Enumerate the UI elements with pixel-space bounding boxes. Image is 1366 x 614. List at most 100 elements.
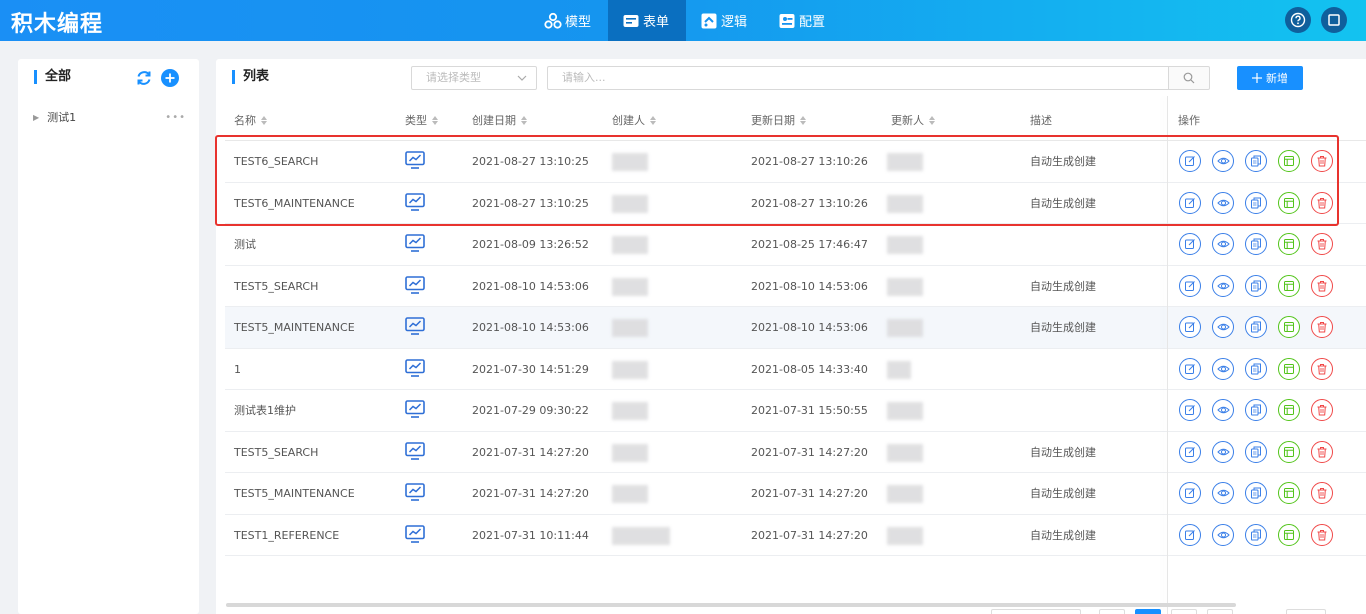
sort-icon[interactable] bbox=[800, 115, 806, 125]
cell-updater-redacted bbox=[887, 319, 923, 337]
copy-button[interactable] bbox=[1245, 233, 1267, 255]
page-size-select[interactable] bbox=[991, 609, 1081, 614]
copy-button[interactable] bbox=[1245, 482, 1267, 504]
design-button[interactable] bbox=[1278, 440, 1300, 463]
view-button[interactable] bbox=[1212, 440, 1234, 463]
monitor-chart-icon bbox=[405, 358, 425, 381]
edit-button[interactable] bbox=[1179, 357, 1201, 380]
sort-icon[interactable] bbox=[650, 115, 656, 125]
delete-button[interactable] bbox=[1311, 482, 1333, 504]
view-button[interactable] bbox=[1212, 233, 1234, 255]
design-button[interactable] bbox=[1278, 357, 1300, 380]
nav-item-form[interactable]: 表单 bbox=[608, 0, 687, 41]
copy-button[interactable] bbox=[1245, 440, 1267, 463]
view-button[interactable] bbox=[1212, 191, 1234, 214]
more-icon[interactable]: ••• bbox=[165, 112, 186, 123]
nav-item-config[interactable]: 配置 bbox=[764, 0, 842, 41]
copy-button[interactable] bbox=[1245, 150, 1267, 172]
column-header-type[interactable]: 类型 bbox=[405, 112, 438, 128]
horizontal-scrollbar[interactable] bbox=[226, 603, 1236, 607]
table-row[interactable]: TEST6_SEARCH 2021-08-27 13:10:25 2021-08-2… bbox=[225, 141, 1366, 183]
column-header-updater[interactable]: 更新人 bbox=[891, 112, 935, 128]
delete-button[interactable] bbox=[1311, 316, 1333, 338]
view-button[interactable] bbox=[1212, 357, 1234, 380]
table-row[interactable]: 测试表1维护 2021-07-29 09:30:22 2021-07-31 15:5… bbox=[225, 390, 1366, 432]
search-button[interactable] bbox=[1168, 66, 1210, 90]
edit-button[interactable] bbox=[1179, 399, 1201, 421]
table-row[interactable]: TEST6_MAINTENANCE 2021-08-27 13:10:25 2021… bbox=[225, 183, 1366, 224]
jump-page-input[interactable] bbox=[1286, 609, 1326, 614]
delete-button[interactable] bbox=[1311, 150, 1333, 172]
view-button[interactable] bbox=[1212, 482, 1234, 504]
view-button[interactable] bbox=[1212, 274, 1234, 297]
add-category-icon[interactable] bbox=[161, 69, 179, 87]
delete-button[interactable] bbox=[1311, 274, 1333, 297]
design-button[interactable] bbox=[1278, 233, 1300, 255]
copy-button[interactable] bbox=[1245, 316, 1267, 338]
edit-button[interactable] bbox=[1179, 150, 1201, 172]
copy-button[interactable] bbox=[1245, 191, 1267, 214]
edit-button[interactable] bbox=[1179, 440, 1201, 463]
edit-icon bbox=[1184, 155, 1196, 167]
sort-icon[interactable] bbox=[261, 115, 267, 125]
search-input[interactable]: 请输入... bbox=[547, 66, 1140, 90]
design-button[interactable] bbox=[1278, 150, 1300, 172]
view-button[interactable] bbox=[1212, 523, 1234, 546]
delete-button[interactable] bbox=[1311, 233, 1333, 255]
column-header-name[interactable]: 名称 bbox=[234, 112, 267, 128]
design-button[interactable] bbox=[1278, 316, 1300, 338]
delete-button[interactable] bbox=[1311, 523, 1333, 546]
column-header-created-at[interactable]: 创建日期 bbox=[472, 112, 527, 128]
edit-button[interactable] bbox=[1179, 274, 1201, 297]
table-row[interactable]: 1 2021-07-30 14:51:29 2021-08-05 14:33:40 bbox=[225, 349, 1366, 390]
edit-button[interactable] bbox=[1179, 523, 1201, 546]
design-button[interactable] bbox=[1278, 399, 1300, 421]
edit-button[interactable] bbox=[1179, 191, 1201, 214]
column-header-creator[interactable]: 创建人 bbox=[612, 112, 656, 128]
table-row[interactable]: 测试 2021-08-09 13:26:52 2021-08-25 17:46:47 bbox=[225, 224, 1366, 266]
tree-item[interactable]: ▶ 测试1 ••• bbox=[33, 109, 186, 125]
table-row[interactable]: TEST5_MAINTENANCE 2021-08-10 14:53:06 2021… bbox=[225, 307, 1366, 349]
nav-item-logic[interactable]: 逻辑 bbox=[686, 0, 764, 41]
delete-button[interactable] bbox=[1311, 191, 1333, 214]
delete-button[interactable] bbox=[1311, 357, 1333, 380]
monitor-chart-icon bbox=[405, 316, 425, 339]
copy-button[interactable] bbox=[1245, 399, 1267, 421]
type-select[interactable]: 请选择类型 bbox=[411, 66, 537, 90]
copy-button[interactable] bbox=[1245, 357, 1267, 380]
copy-button[interactable] bbox=[1245, 523, 1267, 546]
app-logo: 积木编程 bbox=[11, 12, 104, 37]
view-button[interactable] bbox=[1212, 399, 1234, 421]
nav-item-model[interactable]: 模型 bbox=[530, 0, 608, 41]
copy-button[interactable] bbox=[1245, 274, 1267, 297]
design-button[interactable] bbox=[1278, 191, 1300, 214]
delete-button[interactable] bbox=[1311, 440, 1333, 463]
edit-button[interactable] bbox=[1179, 316, 1201, 338]
refresh-icon[interactable] bbox=[135, 69, 153, 87]
edit-button[interactable] bbox=[1179, 482, 1201, 504]
design-button[interactable] bbox=[1278, 482, 1300, 504]
edit-button[interactable] bbox=[1179, 233, 1201, 255]
design-button[interactable] bbox=[1278, 274, 1300, 297]
table-row[interactable]: TEST5_SEARCH 2021-08-10 14:53:06 2021-08-1… bbox=[225, 266, 1366, 307]
sort-icon[interactable] bbox=[929, 115, 935, 125]
fullscreen-button[interactable] bbox=[1321, 7, 1347, 33]
sort-icon[interactable] bbox=[432, 115, 438, 125]
help-button[interactable] bbox=[1285, 7, 1311, 33]
design-icon bbox=[1283, 197, 1295, 209]
caret-right-icon[interactable]: ▶ bbox=[33, 113, 39, 122]
table-row[interactable]: TEST5_MAINTENANCE 2021-07-31 14:27:20 2021… bbox=[225, 473, 1366, 515]
view-button[interactable] bbox=[1212, 316, 1234, 338]
view-button[interactable] bbox=[1212, 150, 1234, 172]
page-button-current[interactable] bbox=[1135, 609, 1161, 614]
page-button[interactable] bbox=[1171, 609, 1197, 614]
add-button[interactable]: 新增 bbox=[1237, 66, 1303, 90]
next-page-button[interactable] bbox=[1207, 609, 1233, 614]
table-row[interactable]: TEST1_REFERENCE 2021-07-31 10:11:44 2021-0… bbox=[225, 515, 1366, 556]
delete-button[interactable] bbox=[1311, 399, 1333, 421]
column-header-updated-at[interactable]: 更新日期 bbox=[751, 112, 806, 128]
table-row[interactable]: TEST5_SEARCH 2021-07-31 14:27:20 2021-07-3… bbox=[225, 432, 1366, 473]
design-button[interactable] bbox=[1278, 523, 1300, 546]
sort-icon[interactable] bbox=[521, 115, 527, 125]
prev-page-button[interactable] bbox=[1099, 609, 1125, 614]
